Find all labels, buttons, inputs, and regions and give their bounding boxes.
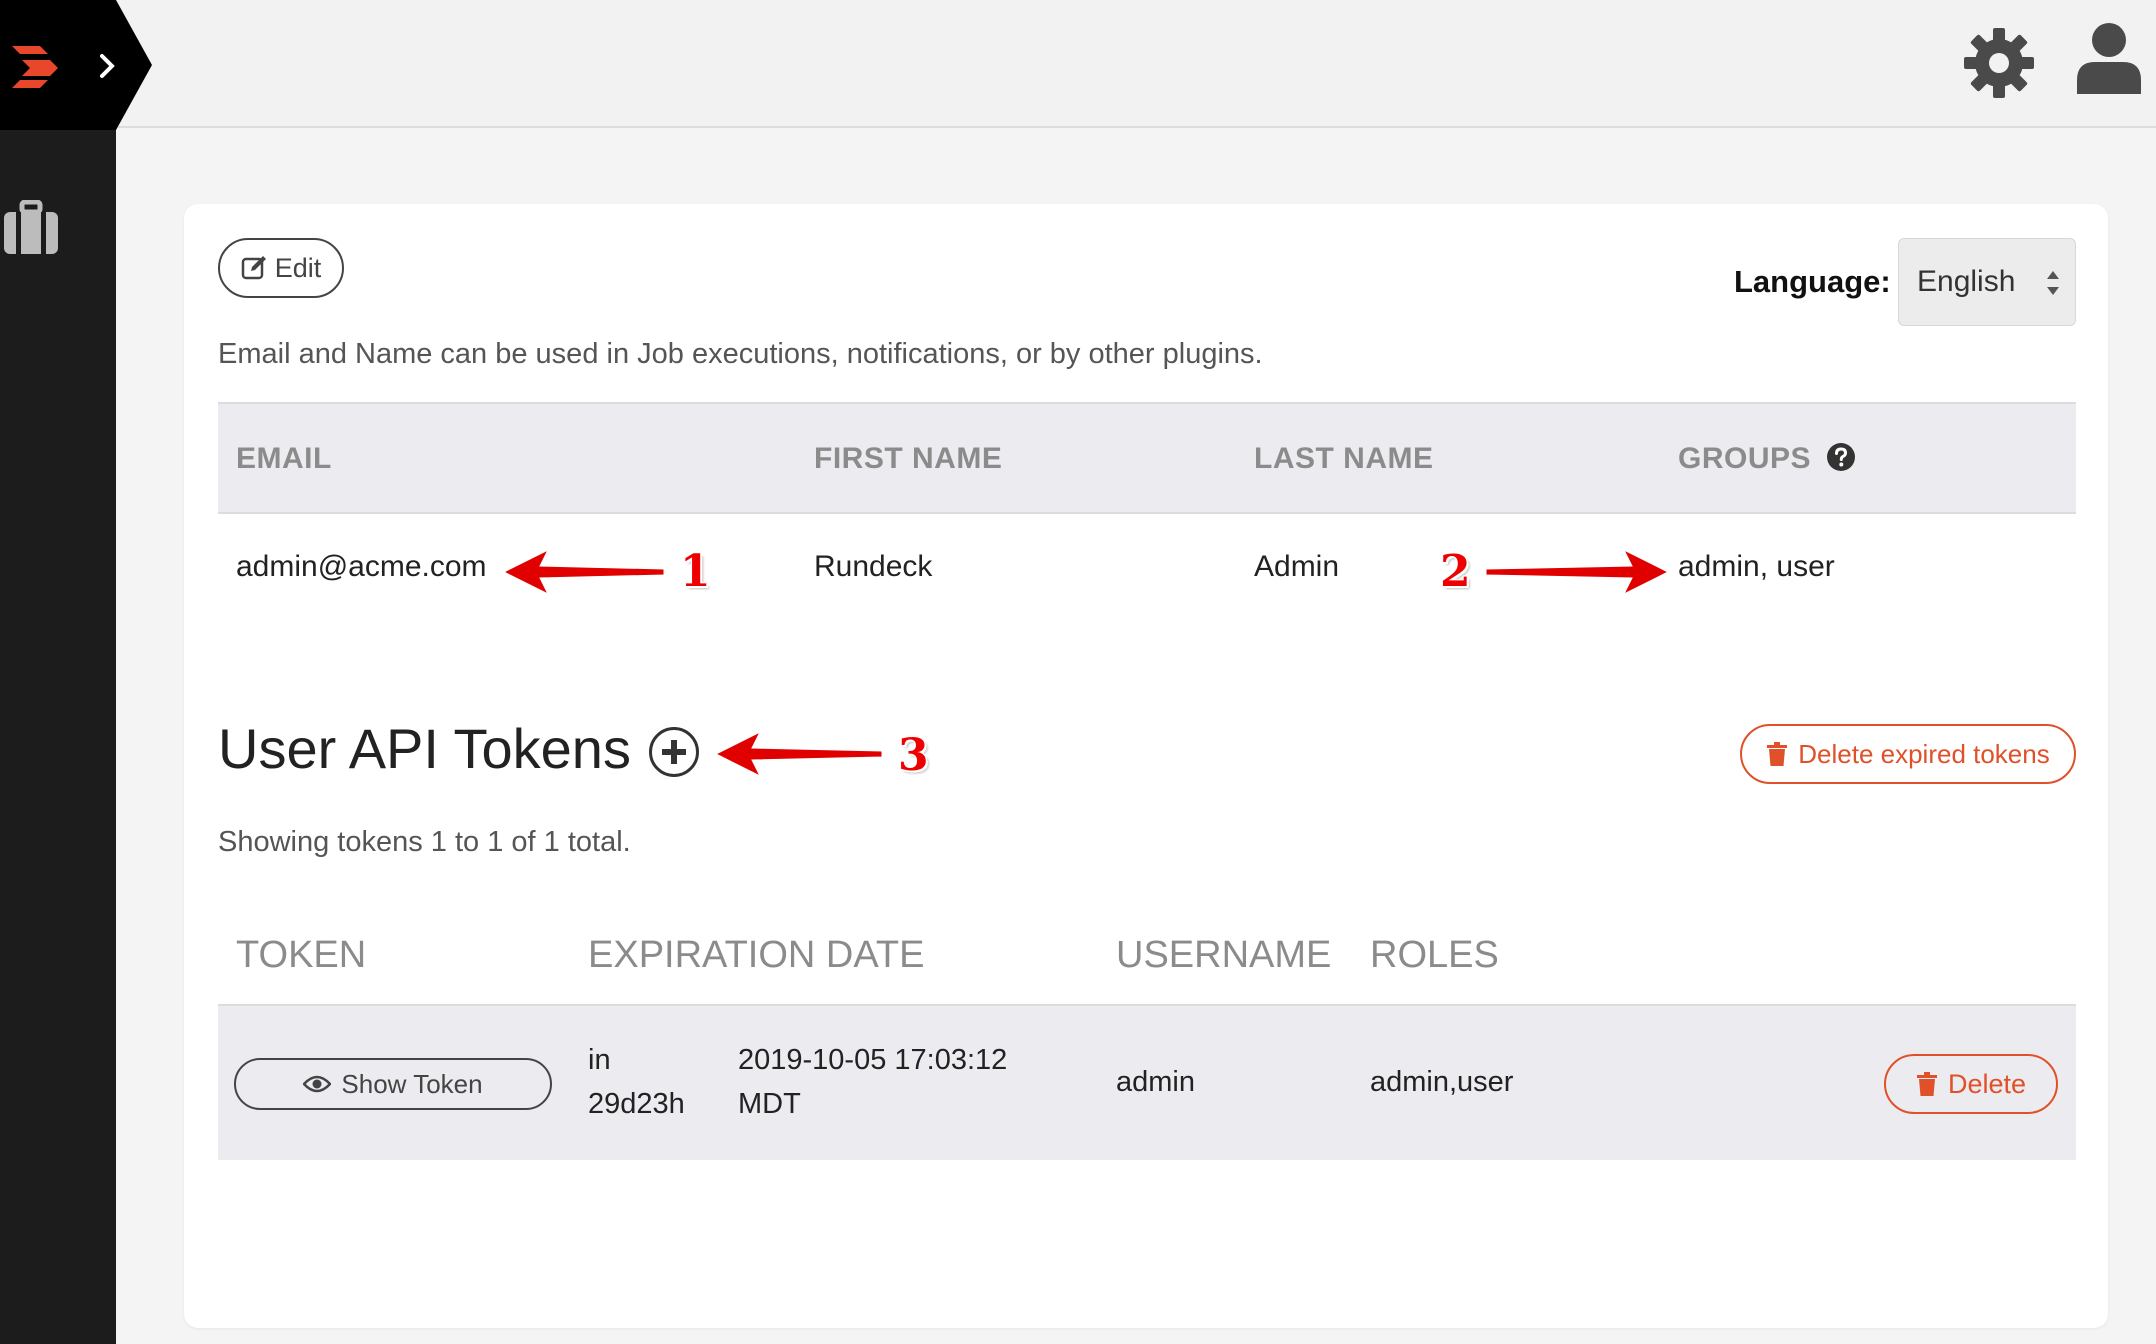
user-groups: admin, user <box>1678 550 1835 583</box>
tokens-title: User API Tokens <box>218 717 631 780</box>
column-groups: GROUPS <box>1678 442 1856 476</box>
delete-token-label: Delete <box>1947 1068 2027 1099</box>
user-icon[interactable] <box>2075 20 2143 96</box>
token-expires-in-line2: 29d23h <box>588 1088 685 1120</box>
trash-icon <box>1767 742 1788 766</box>
delete-token-button[interactable]: Delete <box>1884 1054 2058 1114</box>
token-username: admin <box>1116 1066 1195 1098</box>
sidebar <box>0 0 152 1344</box>
trash-icon <box>1916 1072 1937 1096</box>
delete-expired-label: Delete expired tokens <box>1798 738 2050 769</box>
annotation-number-1: 1 <box>680 546 711 597</box>
user-table-header: EMAIL FIRST NAME LAST NAME GROUPS <box>218 402 2076 514</box>
question-circle-icon[interactable] <box>1826 442 1856 472</box>
language-label: Language: <box>1734 264 1891 299</box>
user-table-row: admin@acme.com Rundeck Admin admin, user <box>218 514 2076 626</box>
user-email: admin@acme.com <box>236 550 487 583</box>
delete-expired-tokens-button[interactable]: Delete expired tokens <box>1740 724 2076 784</box>
column-groups-label: GROUPS <box>1678 442 1812 475</box>
token-table-header: TOKEN EXPIRATION DATE USERNAME ROLES <box>218 894 2076 1006</box>
edit-icon <box>241 256 266 280</box>
briefcase-icon[interactable] <box>2 200 60 256</box>
annotation-number-2: 2 <box>1440 546 1471 597</box>
column-roles: ROLES <box>1370 934 1499 976</box>
column-first-name: FIRST NAME <box>814 442 1003 475</box>
token-table-row: Show Token in 29d23h 2019-10-05 17:03:12… <box>218 1006 2076 1160</box>
select-arrows-icon <box>2047 271 2059 295</box>
gear-icon[interactable] <box>1962 26 2036 100</box>
language-value: English <box>1917 265 2016 298</box>
profile-card: Edit Language: English Email and Name ca… <box>184 204 2108 1328</box>
profile-info-text: Email and Name can be used in Job execut… <box>218 338 1263 370</box>
token-expiration-date-line2: MDT <box>738 1088 801 1120</box>
column-email: EMAIL <box>236 442 332 475</box>
add-token-icon[interactable] <box>648 726 700 778</box>
column-token: TOKEN <box>236 934 367 976</box>
chevron-right-icon[interactable] <box>94 52 122 80</box>
rundeck-logo-icon <box>12 46 58 88</box>
user-last-name: Admin <box>1254 550 1340 583</box>
tokens-showing-text: Showing tokens 1 to 1 of 1 total. <box>218 826 631 858</box>
column-last-name: LAST NAME <box>1254 442 1434 475</box>
column-expiration-date: EXPIRATION DATE <box>588 934 925 976</box>
column-username: USERNAME <box>1116 934 1332 976</box>
annotation-number-3: 3 <box>898 730 929 781</box>
top-bar <box>116 0 2156 128</box>
token-expires-in-line1: in <box>588 1044 611 1076</box>
user-first-name: Rundeck <box>814 550 933 583</box>
edit-button[interactable]: Edit <box>218 238 344 298</box>
show-token-button[interactable]: Show Token <box>234 1058 552 1110</box>
show-token-label: Show Token <box>341 1068 483 1099</box>
eye-icon <box>303 1075 332 1093</box>
edit-label: Edit <box>274 252 322 283</box>
token-roles: admin,user <box>1370 1066 1514 1098</box>
language-select[interactable]: English <box>1898 238 2076 326</box>
token-expiration-date-line1: 2019-10-05 17:03:12 <box>738 1044 1008 1076</box>
